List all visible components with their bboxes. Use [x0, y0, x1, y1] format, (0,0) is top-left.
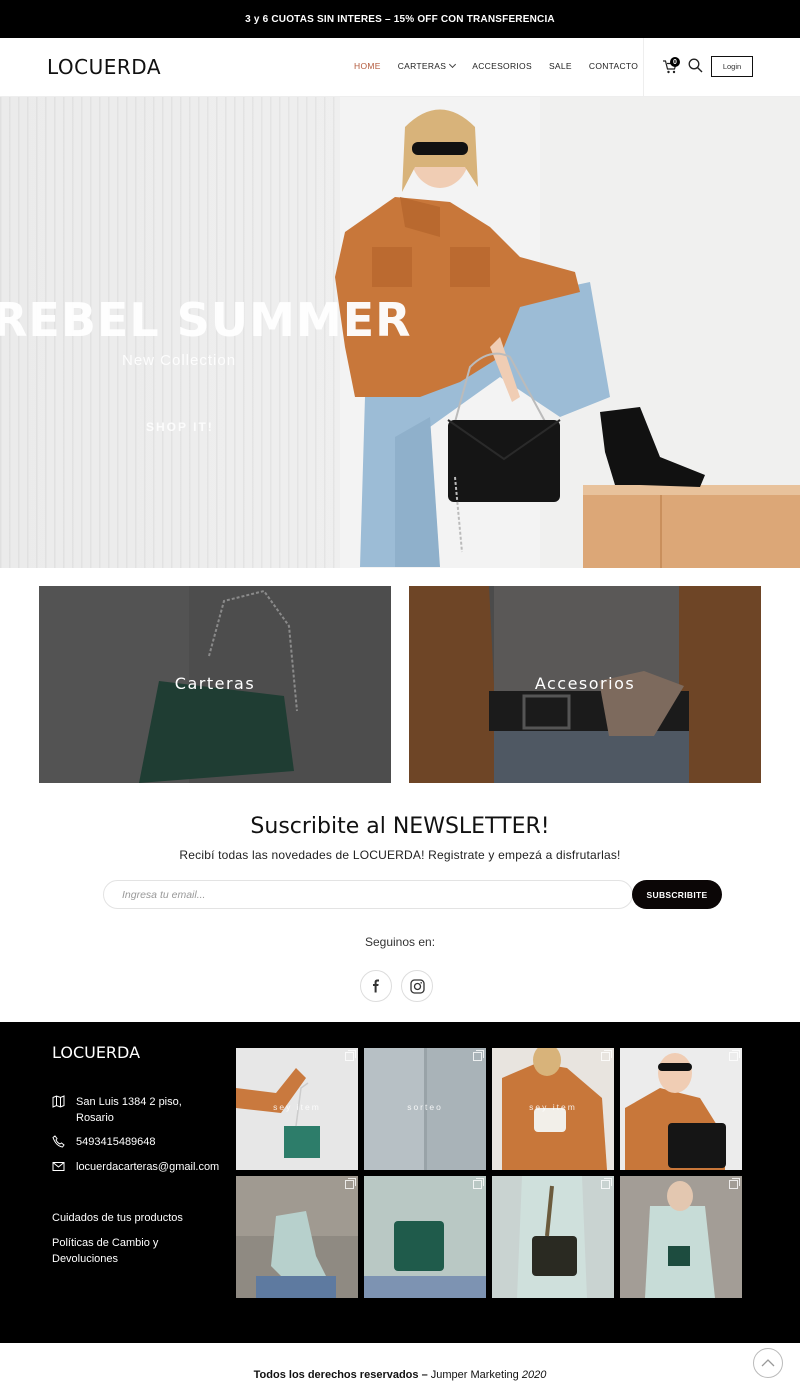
multi-photo-icon	[473, 1178, 484, 1189]
phone-icon	[52, 1135, 65, 1148]
returns-line-1: Políticas de Cambio y	[52, 1237, 159, 1249]
multi-photo-icon	[601, 1050, 612, 1061]
announcement-bar: 3 y 6 CUOTAS SIN INTERES – 15% OFF CON T…	[0, 0, 800, 38]
map-icon	[52, 1095, 65, 1108]
newsletter-email-input[interactable]: Ingresa tu email...	[103, 880, 633, 909]
header-divider	[643, 38, 644, 96]
nav-carteras-label: CARTERAS	[397, 61, 447, 71]
instagram-post[interactable]	[620, 1048, 742, 1170]
post-overlay-text: sey item	[529, 1102, 577, 1112]
instagram-post[interactable]	[364, 1176, 486, 1298]
copyright-company: Jumper Marketing	[430, 1369, 519, 1381]
multi-photo-icon	[601, 1178, 612, 1189]
nav-sale[interactable]: SALE	[549, 61, 572, 71]
hero-title: REBEL SUMMER	[0, 293, 412, 347]
multi-photo-icon	[345, 1050, 356, 1061]
footer-address: San Luis 1384 2 piso, Rosario	[52, 1094, 232, 1126]
announcement-text: 3 y 6 CUOTAS SIN INTERES – 15% OFF CON T…	[245, 13, 555, 25]
login-button[interactable]: Login	[711, 56, 753, 77]
multi-photo-icon	[729, 1050, 740, 1061]
follow-label: Seguinos en:	[364, 935, 436, 949]
footer-logo: LOCUERDA	[52, 1043, 141, 1062]
search-icon[interactable]	[688, 58, 703, 73]
category-carteras[interactable]: Carteras	[39, 586, 391, 783]
mail-icon	[52, 1162, 65, 1171]
facebook-icon	[373, 979, 379, 993]
footer-link-care[interactable]: Cuidados de tus productos	[52, 1210, 183, 1226]
multi-photo-icon	[345, 1178, 356, 1189]
copyright-year: 2020	[521, 1369, 547, 1381]
instagram-link[interactable]	[401, 970, 433, 1002]
hero-banner: REBEL SUMMER New Collection SHOP IT!	[0, 97, 800, 568]
copyright: Todos los derechos reservados – Jumper M…	[0, 1369, 800, 1381]
instagram-post[interactable]: sey item	[236, 1048, 358, 1170]
footer-link-returns[interactable]: Políticas de Cambio y Devoluciones	[52, 1235, 158, 1267]
phone-text[interactable]: 5493415489648	[76, 1134, 156, 1150]
address-line-1: San Luis 1384 2 piso,	[76, 1096, 182, 1108]
instagram-post[interactable]: sorteo	[364, 1048, 486, 1170]
category-label: Carteras	[174, 674, 256, 693]
instagram-post[interactable]	[236, 1176, 358, 1298]
footer-phone: 5493415489648	[52, 1134, 232, 1150]
shop-it-link[interactable]: SHOP IT!	[146, 420, 214, 434]
cart-count-badge: 0	[670, 57, 680, 67]
post-overlay-text: sorteo	[407, 1102, 443, 1112]
multi-photo-icon	[729, 1178, 740, 1189]
instagram-post[interactable]: sey item	[492, 1048, 614, 1170]
nav-carteras[interactable]: CARTERAS	[397, 60, 457, 71]
instagram-post[interactable]	[620, 1176, 742, 1298]
scroll-to-top-button[interactable]	[753, 1348, 783, 1378]
address-line-2: Rosario	[76, 1112, 114, 1124]
instagram-icon	[409, 978, 425, 994]
subscribe-button[interactable]: SUBSCRIBITE	[632, 880, 722, 909]
site-footer: LOCUERDA San Luis 1384 2 piso, Rosario 5…	[0, 1022, 800, 1343]
multi-photo-icon	[473, 1050, 484, 1061]
main-nav: HOME CARTERAS ACCESORIOS SALE CONTACTO	[354, 60, 655, 71]
footer-email: locuerdacarteras@gmail.com	[52, 1159, 232, 1175]
nav-accesorios[interactable]: ACCESORIOS	[472, 61, 532, 71]
returns-line-2: Devoluciones	[52, 1253, 119, 1265]
nav-home[interactable]: HOME	[354, 61, 381, 71]
copyright-bold: Todos los derechos reservados –	[253, 1369, 428, 1381]
chevron-up-icon	[761, 1359, 775, 1367]
hero-subtitle: New Collection	[122, 352, 237, 369]
newsletter-title: Suscribite al NEWSLETTER!	[250, 814, 550, 839]
chevron-down-icon	[449, 60, 457, 69]
category-label: Accesorios	[534, 674, 636, 693]
nav-contacto[interactable]: CONTACTO	[589, 61, 638, 71]
facebook-link[interactable]	[360, 970, 392, 1002]
email-text[interactable]: locuerdacarteras@gmail.com	[76, 1159, 219, 1175]
instagram-post[interactable]	[492, 1176, 614, 1298]
newsletter-subtitle: Recibí todas las novedades de LOCUERDA! …	[179, 848, 621, 862]
site-header: LOCUERDA HOME CARTERAS ACCESORIOS SALE C…	[0, 38, 800, 97]
category-accesorios[interactable]: Accesorios	[409, 586, 761, 783]
post-overlay-text: sey item	[273, 1102, 321, 1112]
site-logo[interactable]: LOCUERDA	[47, 55, 161, 79]
